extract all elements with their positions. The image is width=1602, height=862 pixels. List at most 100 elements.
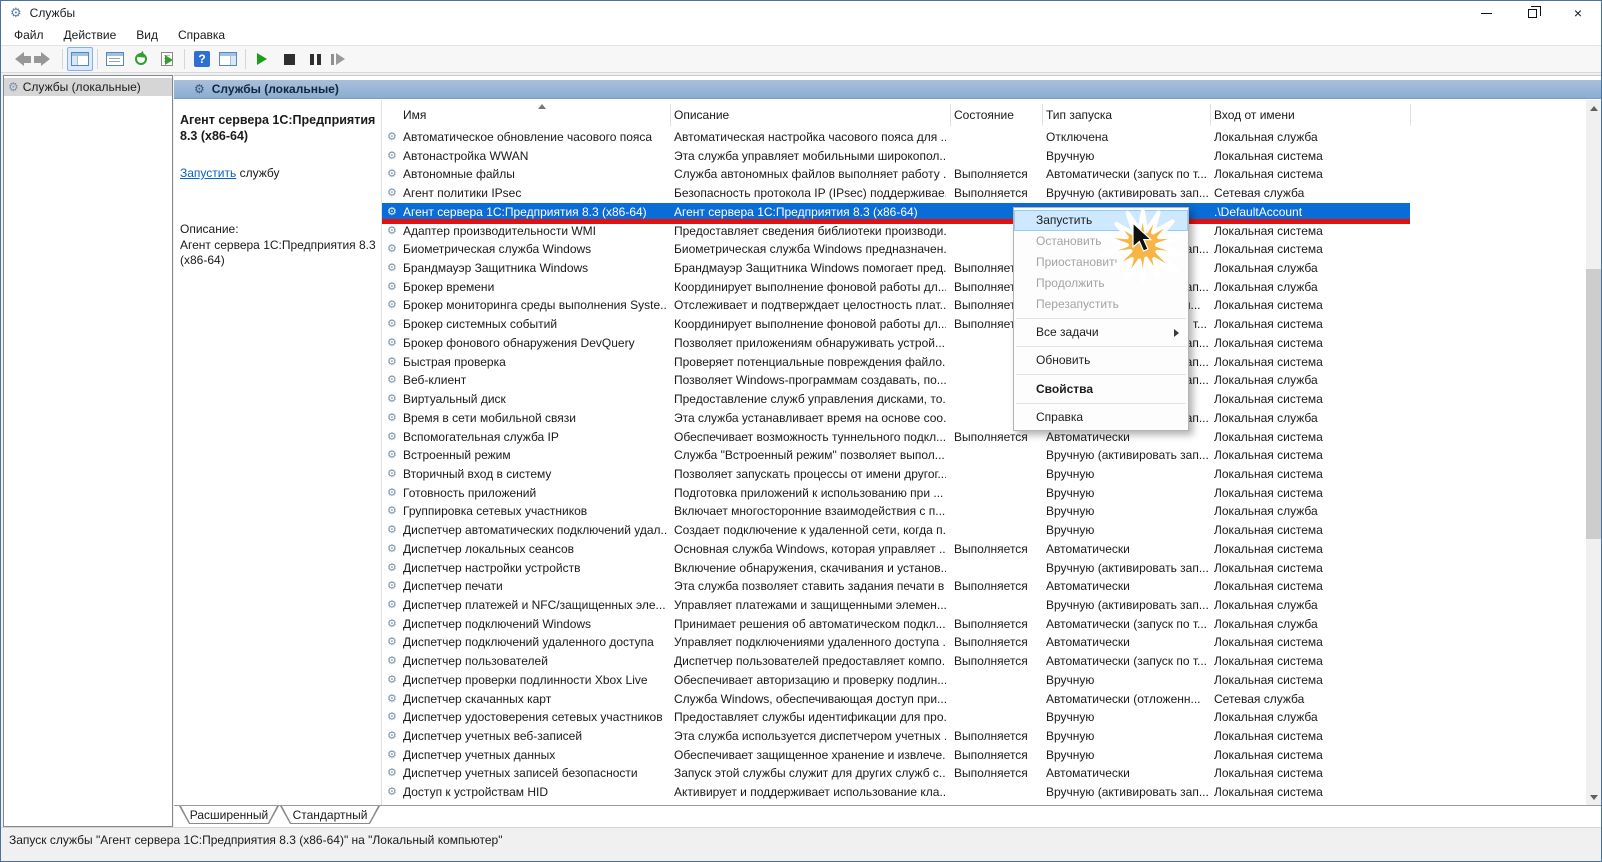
column-header-logon-as[interactable]: Вход от имени — [1214, 102, 1295, 128]
table-row[interactable]: ⚙ Вторичный вход в систему Позволяет запус… — [382, 465, 1410, 484]
service-status-cell: Выполняется — [954, 747, 1028, 762]
table-row[interactable]: ⚙ Вспомогательная служба IP Обеспечивает в… — [382, 428, 1410, 447]
restart-service-button[interactable] — [328, 47, 354, 71]
service-gear-icon: ⚙ — [387, 505, 397, 518]
service-startup-type-cell: Автоматически (запуск по т... — [1046, 616, 1208, 631]
restore-button[interactable] — [1509, 1, 1555, 25]
help-button[interactable]: ? — [189, 47, 215, 71]
table-row[interactable]: ⚙ Диспетчер учетных данных Обеспечивает за… — [382, 746, 1410, 765]
service-name-cell: Диспетчер печати — [403, 579, 503, 594]
toolbar-separator — [62, 49, 63, 69]
table-row[interactable]: ⚙ Диспетчер пользователей Диспетчер пользо… — [382, 652, 1410, 671]
table-row[interactable]: ⚙ Диспетчер проверки подлинности Xbox Liv… — [382, 671, 1410, 690]
menu-view[interactable]: Вид — [126, 26, 168, 44]
column-divider[interactable] — [950, 104, 951, 126]
column-header-startup-type[interactable]: Тип запуска — [1046, 102, 1112, 128]
service-logon-cell: Локальная служба — [1214, 261, 1318, 276]
refresh-button[interactable] — [128, 47, 154, 71]
tab-standard[interactable]: Стандартный — [280, 806, 380, 824]
table-row[interactable]: ⚙ Брокер времени Координирует выполнение ф… — [382, 278, 1410, 297]
forward-button[interactable] — [32, 47, 58, 71]
table-row[interactable]: ⚙ Диспетчер печати Эта служба позволяет ст… — [382, 577, 1410, 596]
table-row[interactable]: ⚙ Агент политики IPsec Безопасность проток… — [382, 184, 1410, 203]
show-console-tree-button[interactable] — [67, 47, 93, 71]
menu-action[interactable]: Действие — [54, 26, 127, 44]
service-gear-icon: ⚙ — [387, 318, 397, 331]
start-service-link[interactable]: Запустить — [180, 166, 236, 180]
table-row[interactable]: ⚙ Диспетчер учетных веб-записей Эта служба… — [382, 727, 1410, 746]
table-row[interactable]: ⚙ Диспетчер локальных сеансов Основная слу… — [382, 540, 1410, 559]
table-row[interactable]: ⚙ Виртуальный диск Предоставление служб уп… — [382, 390, 1410, 409]
column-divider[interactable] — [1042, 104, 1043, 126]
table-row[interactable]: ⚙ Диспетчер учетных записей безопасности З… — [382, 764, 1410, 783]
table-row[interactable]: ⚙ Диспетчер подключений удаленного доступ… — [382, 633, 1410, 652]
column-header-name[interactable]: Имя — [403, 102, 426, 128]
context-menu-item[interactable]: Справка — [1014, 407, 1188, 428]
table-row[interactable]: ⚙ Диспетчер скачанных карт Служба Windows,… — [382, 690, 1410, 709]
table-row[interactable]: ⚙ Брокер мониторинга среды выполнения Sys… — [382, 296, 1410, 315]
vertical-scrollbar[interactable] — [1586, 100, 1601, 805]
table-row[interactable]: ⚙ Брокер фонового обнаружения DevQuery Поз… — [382, 334, 1410, 353]
menu-file[interactable]: Файл — [1, 26, 54, 44]
table-row[interactable]: ⚙ Встроенный режим Служба "Встроенный режи… — [382, 446, 1410, 465]
column-divider[interactable] — [1210, 104, 1211, 126]
table-row[interactable]: ⚙ Диспетчер настройки устройств Включение … — [382, 559, 1410, 578]
table-row[interactable]: ⚙ Группировка сетевых участников Включает … — [382, 502, 1410, 521]
column-divider[interactable] — [670, 104, 671, 126]
stop-service-button[interactable] — [276, 47, 302, 71]
column-header-status[interactable]: Состояние — [954, 102, 1014, 128]
export-list-button[interactable] — [154, 47, 180, 71]
show-action-pane-button[interactable] — [215, 47, 241, 71]
service-logon-cell: Локальная служба — [1214, 130, 1318, 144]
scrollbar-thumb[interactable] — [1586, 269, 1601, 539]
table-row[interactable]: ⚙ Готовность приложений Подготовка приложе… — [382, 484, 1410, 503]
table-row[interactable]: ⚙ Автонастройка WWAN Эта служба управляет … — [382, 147, 1410, 166]
service-status-cell — [954, 783, 1040, 802]
table-row[interactable]: ⚙ Быстрая проверка Проверяет потенциальные… — [382, 353, 1410, 372]
menu-help[interactable]: Справка — [168, 26, 235, 44]
back-button[interactable] — [6, 47, 32, 71]
table-row[interactable]: ⚙ Веб-клиент Позволяет Windows-программам … — [382, 371, 1410, 390]
context-menu-item[interactable]: Свойства — [1014, 378, 1188, 400]
minimize-button[interactable] — [1463, 1, 1509, 25]
table-row[interactable]: ⚙ Автоматическое обновление часового пояс… — [382, 128, 1410, 147]
service-gear-icon: ⚙ — [387, 767, 397, 780]
scroll-down-button[interactable] — [1586, 789, 1601, 805]
table-row[interactable]: ⚙ Автономные файлы Служба автономных файло… — [382, 165, 1410, 184]
service-logon-cell: Локальная система — [1214, 223, 1323, 238]
table-row[interactable]: ⚙ Доступ к устройствам HID Активирует и по… — [382, 783, 1410, 802]
table-row[interactable]: ⚙ Диспетчер подключений Windows Принимает … — [382, 615, 1410, 634]
table-row[interactable]: ⚙ Диспетчер платежей и NFC/защищенных эле… — [382, 596, 1410, 615]
start-service-button[interactable] — [250, 47, 276, 71]
title-bar: ⚙ Службы × — [1, 1, 1601, 25]
service-name-cell: Брокер системных событий — [403, 317, 558, 332]
close-button[interactable]: × — [1555, 1, 1601, 25]
result-pane: ⚙ Службы (локальные) Агент сервера 1С:Пр… — [174, 75, 1601, 827]
service-description-cell: Включение обнаружения, скачивания и уста… — [674, 560, 946, 575]
table-row[interactable]: ⚙ Адаптер производительности WMI Предостав… — [382, 222, 1410, 241]
service-description-cell: Автоматическая настройка часового пояса … — [674, 130, 946, 144]
table-row[interactable]: ⚙ Биометрическая служба Windows Биометриче… — [382, 240, 1410, 259]
column-divider[interactable] — [1410, 104, 1411, 126]
service-logon-cell: Локальная система — [1214, 317, 1323, 332]
context-menu-item[interactable]: Обновить — [1014, 350, 1188, 371]
service-status-cell — [954, 671, 1040, 690]
column-header-description[interactable]: Описание — [674, 102, 729, 128]
service-logon-cell: Локальная служба — [1214, 410, 1318, 425]
table-row[interactable]: ⚙ Брокер системных событий Координирует вы… — [382, 315, 1410, 334]
table-row[interactable]: ⚙ Время в сети мобильной связи Эта служба … — [382, 409, 1410, 428]
service-logon-cell: Локальная служба — [1214, 710, 1318, 725]
table-row[interactable]: ⚙ Диспетчер удостоверения сетевых участни… — [382, 708, 1410, 727]
table-row[interactable]: ⚙ Диспетчер автоматических подключений уд… — [382, 521, 1410, 540]
service-description-cell: Управляет подключениями удаленного досту… — [674, 635, 946, 650]
service-description-cell: Эта служба устанавливает время на основе… — [674, 410, 946, 425]
scroll-up-button[interactable] — [1586, 100, 1601, 116]
table-row[interactable]: ⚙ Брандмауэр Защитника Windows Брандмауэр … — [382, 259, 1410, 278]
service-logon-cell: Локальная система — [1214, 448, 1323, 463]
service-startup-type-cell: Автоматически — [1046, 766, 1130, 781]
tab-extended[interactable]: Расширенный — [179, 806, 279, 824]
context-menu-item[interactable]: Все задачи — [1014, 322, 1188, 343]
pause-service-button[interactable] — [302, 47, 328, 71]
properties-button[interactable] — [102, 47, 128, 71]
tree-item-services-local[interactable]: ⚙ Службы (локальные) — [4, 78, 172, 96]
